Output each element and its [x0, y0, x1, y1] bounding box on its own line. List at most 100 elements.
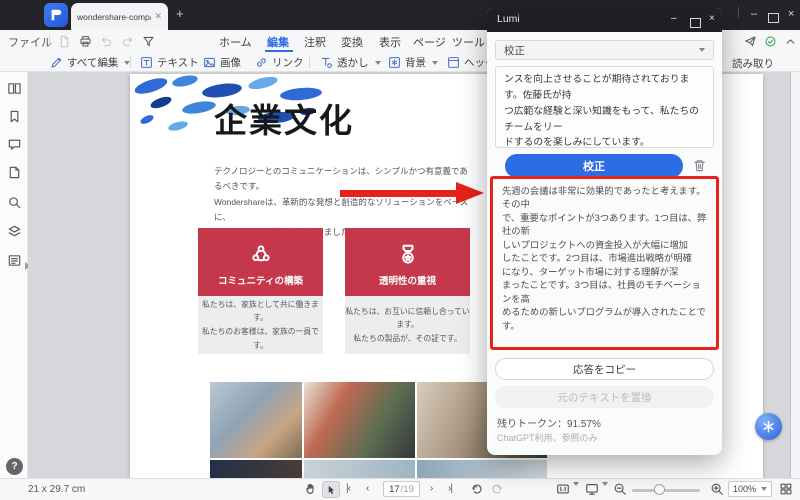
edit-all-button[interactable]: すべて編集 — [50, 55, 130, 70]
share-icon[interactable] — [744, 35, 757, 48]
lumi-input-textarea[interactable]: ンスを向上させることが期待されております。佐藤氏が持 つ広範な経験と深い知識をも… — [495, 66, 714, 148]
text-button[interactable]: テキスト — [140, 55, 199, 70]
collapse-toolbar-icon[interactable] — [784, 35, 797, 48]
photo-group-christmas — [304, 382, 415, 458]
value-card-transparency: 透明性の重視 私たちは、お互いに信頼し合っています。 私たちの製品が、その証です… — [345, 228, 470, 354]
hand-tool-icon[interactable] — [304, 482, 318, 496]
presentation-mode-icon[interactable] — [585, 482, 599, 496]
filter-icon[interactable] — [142, 35, 155, 48]
menu-convert[interactable]: 変換 — [341, 34, 363, 50]
bookmark-icon[interactable] — [7, 109, 22, 124]
new-tab-button[interactable]: + — [176, 6, 184, 21]
chatgpt-notice-label: ChatGPT利用、参照のみ — [497, 431, 598, 444]
photo-row2 — [210, 460, 302, 478]
background-button[interactable]: 背景 — [388, 55, 438, 70]
undo-icon[interactable] — [100, 35, 113, 48]
last-page-button[interactable]: ›| — [448, 483, 452, 494]
card-title: 透明性の重視 — [379, 273, 436, 287]
first-page-button[interactable]: |‹ — [346, 483, 350, 494]
menu-file[interactable]: ファイル — [8, 34, 52, 50]
image-button[interactable]: 画像 — [203, 55, 241, 70]
rotate-left-icon[interactable] — [470, 482, 484, 496]
community-icon — [249, 242, 273, 266]
read-mode-label[interactable]: 読み取り — [732, 56, 774, 71]
card-body: 私たちは、家族として共に働きます。 私たちのお客様は、家族の一員です。 — [198, 296, 323, 354]
watermark-button[interactable]: 透かし — [320, 55, 381, 70]
grid-view-icon[interactable] — [779, 482, 793, 496]
window-minimize-button[interactable]: – — [751, 8, 757, 20]
divider — [309, 56, 310, 68]
lumi-proofread-button[interactable]: 校正 — [505, 154, 683, 178]
form-fields-icon[interactable] — [7, 253, 22, 268]
lumi-close-button[interactable]: × — [709, 13, 715, 24]
background-icon — [388, 56, 401, 69]
menu-home[interactable]: ホーム — [219, 34, 252, 50]
chevron-down-icon[interactable] — [571, 486, 579, 500]
zoom-slider-track[interactable] — [632, 489, 700, 492]
remaining-tokens-label: 残りトークン：91.57% — [497, 415, 601, 430]
zoom-slider-knob[interactable] — [654, 484, 665, 495]
divider — [49, 34, 50, 47]
vertical-scrollbar[interactable] — [791, 72, 800, 478]
sync-status-icon[interactable] — [764, 35, 777, 48]
prev-page-button[interactable]: ‹ — [366, 483, 368, 494]
rotate-right-icon[interactable] — [490, 482, 504, 496]
document-tab[interactable]: wondershare-company.pdf ✕ — [71, 3, 168, 30]
tab-title: wondershare-company.pdf — [77, 12, 151, 22]
menu-tools[interactable]: ツール — [452, 34, 485, 50]
link-icon — [255, 56, 268, 69]
print-icon[interactable] — [79, 35, 92, 48]
attachment-icon[interactable] — [7, 165, 22, 180]
chevron-down-icon — [432, 61, 438, 65]
zoom-in-icon[interactable] — [710, 482, 724, 496]
document-heading: 企業文化 — [214, 94, 354, 142]
layers-icon[interactable] — [7, 224, 22, 239]
photo-row2 — [417, 460, 547, 478]
menu-page[interactable]: ページ — [413, 34, 446, 50]
comment-icon[interactable] — [7, 137, 22, 152]
select-tool-button[interactable] — [322, 481, 340, 498]
lumi-output-box: 先週の会議は非常に効果的であったと考えます。その中 で、重要なポイントが3つあり… — [490, 176, 719, 350]
lumi-minimize-button[interactable]: – — [671, 13, 677, 24]
next-page-button[interactable]: › — [430, 483, 432, 494]
search-icon[interactable] — [7, 195, 22, 210]
page-number-input[interactable]: 17 /19 — [383, 481, 420, 497]
photo-row2 — [304, 460, 415, 478]
image-icon — [203, 56, 216, 69]
menu-edit[interactable]: 編集 — [267, 34, 289, 50]
window-divider: | — [737, 6, 740, 18]
lumi-mode-select[interactable]: 校正 — [495, 40, 714, 60]
zoom-out-icon[interactable] — [613, 482, 627, 496]
card-body: 私たちは、お互いに信頼し合っています。 私たちの製品が、その証です。 — [345, 296, 470, 354]
lumi-dialog: Lumi – × 校正 ンスを向上させることが期待されております。佐藤氏が持 つ… — [487, 8, 722, 455]
left-sidebar — [0, 72, 28, 478]
app-logo-icon[interactable] — [44, 3, 68, 27]
lumi-ai-floating-button[interactable] — [755, 413, 782, 440]
value-card-community: コミュニティの構築 私たちは、家族として共に働きます。 私たちのお客様は、家族の… — [198, 228, 323, 354]
red-arrow-annotation — [340, 182, 490, 204]
chevron-down-icon — [761, 487, 767, 491]
pdfelement-window: wondershare-company.pdf ✕ + | – × ファイル ホ… — [0, 0, 800, 500]
copy-response-button[interactable]: 応答をコピー — [495, 358, 714, 380]
watermark-icon — [320, 56, 333, 69]
link-button[interactable]: リンク — [255, 55, 304, 70]
lumi-maximize-button[interactable] — [690, 15, 701, 33]
window-maximize-button[interactable] — [768, 10, 779, 28]
zoom-level-select[interactable]: 100% — [728, 481, 772, 497]
thumbnails-icon[interactable] — [7, 81, 22, 96]
help-button[interactable]: ? — [6, 458, 23, 475]
chevron-down-icon — [699, 48, 705, 52]
menu-comment[interactable]: 注釈 — [304, 34, 326, 50]
tab-close-icon[interactable]: ✕ — [154, 11, 162, 22]
text-icon — [140, 56, 153, 69]
replace-original-text-button[interactable]: 元のテキストを置換 — [495, 386, 714, 408]
actual-size-icon[interactable] — [556, 482, 570, 496]
card-title: コミュニティの構築 — [218, 273, 303, 287]
window-close-button[interactable]: × — [788, 8, 794, 20]
redo-icon[interactable] — [121, 35, 134, 48]
trash-icon[interactable] — [692, 158, 707, 173]
chevron-down-icon[interactable] — [600, 486, 608, 500]
menu-view[interactable]: 表示 — [379, 34, 401, 50]
save-icon[interactable] — [58, 35, 71, 48]
lumi-titlebar[interactable]: Lumi – × — [487, 8, 722, 32]
